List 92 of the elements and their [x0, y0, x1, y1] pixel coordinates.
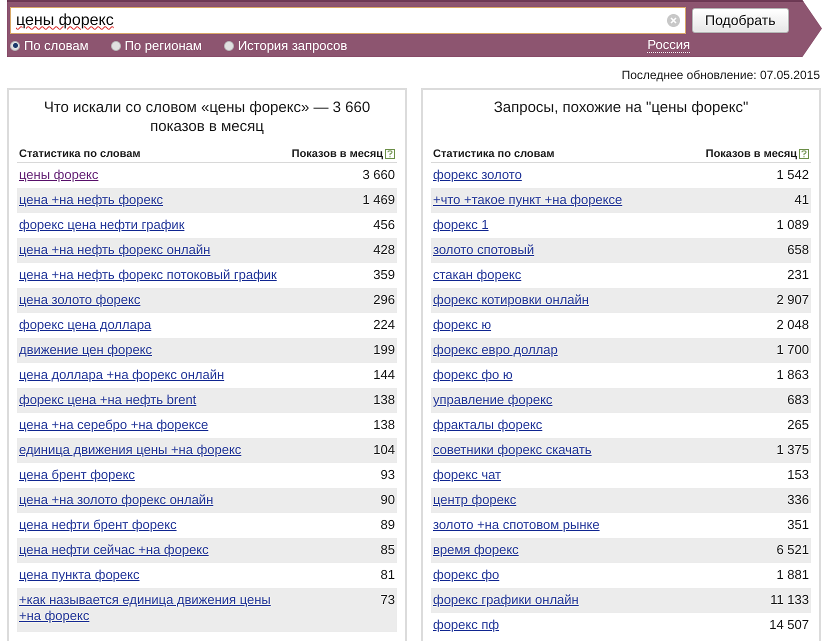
phrase-link[interactable]: форекс цена +на нефть brent	[19, 392, 196, 408]
help-icon[interactable]	[385, 148, 395, 159]
phrase-link[interactable]: цены форекс	[19, 167, 98, 183]
phrase-link[interactable]: цена +на серебро +на форексе	[19, 417, 208, 433]
count-cell: 6 521	[776, 542, 809, 558]
count-cell: 683	[787, 392, 809, 408]
phrase-link[interactable]: центр форекс	[433, 492, 516, 508]
phrase-link[interactable]: форекс золото	[433, 167, 522, 183]
count-cell: 296	[373, 292, 395, 308]
count-cell: 104	[373, 442, 395, 458]
count-cell: 1 863	[776, 367, 809, 383]
phrase-link[interactable]: стакан форекс	[433, 267, 522, 283]
phrase-link[interactable]: форекс графики онлайн	[433, 592, 579, 608]
count-cell: 90	[380, 492, 395, 508]
count-cell: 336	[787, 492, 809, 508]
count-cell: 231	[787, 267, 809, 283]
phrase-link[interactable]: форекс фо	[433, 567, 500, 583]
phrase-link[interactable]: форекс фо ю	[433, 367, 513, 383]
count-cell: 93	[380, 467, 395, 483]
radio-button[interactable]	[110, 40, 121, 51]
count-cell: 81	[380, 567, 395, 583]
count-cell: 359	[373, 267, 395, 283]
phrase-link[interactable]: фракталы форекс	[433, 417, 542, 433]
count-cell: 138	[373, 392, 395, 408]
count-cell: 73	[380, 592, 395, 608]
phrase-link[interactable]: управление форекс	[433, 392, 552, 408]
count-cell: 144	[373, 367, 395, 383]
count-cell: 1 089	[776, 217, 809, 233]
count-cell: 1 469	[362, 192, 395, 208]
phrase-link[interactable]: форекс ю	[433, 317, 492, 333]
radio-label[interactable]: По словам	[24, 36, 89, 56]
radio-button[interactable]	[224, 40, 234, 51]
last-update: Последнее обновление: 07.05.2015	[622, 67, 820, 84]
phrase-link[interactable]: цена +на нефть форекс	[19, 192, 164, 208]
phrase-link[interactable]: золото спотовый	[433, 242, 534, 258]
radio-label[interactable]: По регионам	[124, 36, 202, 56]
count-cell: 658	[787, 242, 809, 258]
phrase-link[interactable]: время форекс	[433, 542, 519, 558]
column-header: Статистика по словам	[433, 146, 555, 162]
count-cell: 224	[373, 317, 395, 333]
count-cell: 1 700	[776, 342, 809, 358]
phrase-link[interactable]: +как называется единица движения цены +на форекс	[19, 592, 279, 624]
phrase-link[interactable]: цена золото форекс	[19, 292, 140, 308]
column-header: Показов в месяц	[292, 146, 383, 162]
phrase-link[interactable]: цена +на золото форекс онлайн	[19, 492, 214, 508]
radio-label[interactable]: История запросов	[238, 36, 348, 56]
count-cell: 1 375	[776, 442, 809, 458]
region-link[interactable]: Россия	[647, 38, 690, 54]
panel-title: Что искали со словом «цены форекс» — 3 660 показов в месяц	[42, 98, 372, 136]
phrase-link[interactable]: форекс цена доллара	[19, 317, 152, 333]
phrase-link[interactable]: цена +на нефть форекс онлайн	[19, 242, 210, 258]
phrase-link[interactable]: +что +такое пункт +на форексе	[433, 192, 622, 208]
count-cell: 11 133	[770, 592, 809, 608]
phrase-link[interactable]: цена доллара +на форекс онлайн	[19, 367, 224, 383]
count-cell: 456	[373, 217, 395, 233]
column-header: Статистика по словам	[19, 146, 141, 162]
phrase-link[interactable]: форекс котировки онлайн	[433, 292, 589, 308]
phrase-link[interactable]: форекс 1	[433, 217, 489, 233]
count-cell: 199	[373, 342, 395, 358]
radio-button[interactable]	[10, 40, 20, 51]
count-cell: 351	[787, 517, 809, 533]
count-cell: 265	[787, 417, 809, 433]
submit-button[interactable]: Подобрать	[692, 8, 788, 33]
help-icon[interactable]	[799, 148, 809, 159]
count-cell: 428	[373, 242, 395, 258]
phrase-link[interactable]: цена пункта форекс	[19, 567, 140, 583]
phrase-link[interactable]: форекс пф	[433, 617, 500, 633]
phrase-link[interactable]: движение цен форекс	[19, 342, 152, 358]
count-cell: 89	[380, 517, 395, 533]
panel-title: Запросы, похожие на "цены форекс"	[494, 98, 748, 117]
count-cell: 2 048	[776, 317, 809, 333]
count-cell: 14 507	[769, 617, 809, 633]
count-cell: 2 907	[776, 292, 809, 308]
phrase-link[interactable]: форекс цена нефти график	[19, 217, 184, 233]
count-cell: 85	[380, 542, 395, 558]
count-cell: 1 881	[776, 567, 809, 583]
phrase-link[interactable]: цена +на нефть форекс потоковый график	[19, 267, 277, 283]
phrase-link[interactable]: золото +на спотовом рынке	[433, 517, 600, 533]
phrase-link[interactable]: цена нефти брент форекс	[19, 517, 177, 533]
column-header: Показов в месяц	[706, 146, 797, 162]
search-field[interactable]: цены форекс	[10, 7, 686, 34]
phrase-link[interactable]: форекс евро доллар	[433, 342, 558, 358]
count-cell: 3 660	[362, 167, 395, 183]
count-cell: 153	[787, 467, 809, 483]
phrase-link[interactable]: цена нефти сейчас +на форекс	[19, 542, 209, 558]
count-cell: 41	[794, 192, 809, 208]
count-cell: 1 542	[776, 167, 809, 183]
phrase-link[interactable]: единица движения цены +на форекс	[19, 442, 242, 458]
phrase-link[interactable]: советники форекс скачать	[433, 442, 592, 458]
phrase-link[interactable]: форекс чат	[433, 467, 502, 483]
count-cell: 138	[373, 417, 395, 433]
phrase-link[interactable]: цена брент форекс	[19, 467, 135, 483]
